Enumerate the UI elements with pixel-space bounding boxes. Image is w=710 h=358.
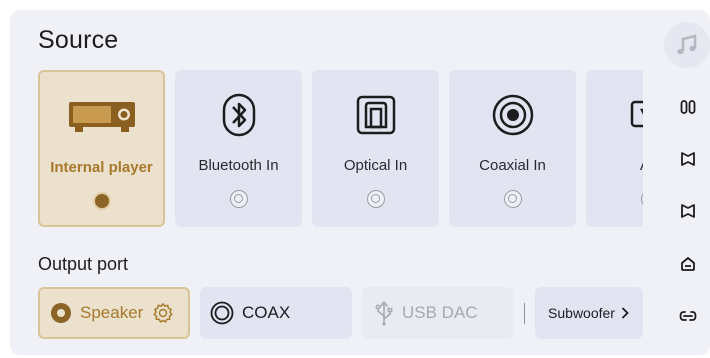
source-card-internal-player[interactable]: Internal player (38, 70, 165, 227)
output-speaker-button[interactable]: Speaker (38, 287, 190, 339)
source-title: Source (38, 26, 119, 54)
home-icon[interactable] (678, 254, 698, 274)
usb-icon (375, 301, 393, 326)
source-card-label: Coaxial In (479, 157, 546, 174)
source-card-label: Bluetooth In (198, 157, 279, 174)
gear-icon[interactable] (152, 302, 174, 324)
coaxial-icon (449, 92, 576, 138)
source-radio[interactable] (229, 190, 248, 208)
bookmark-icon[interactable] (678, 149, 698, 169)
source-card-coaxial[interactable]: Coaxial In (449, 70, 576, 227)
source-card-optical[interactable]: Optical In (312, 70, 439, 227)
source-card-label: Optical In (343, 157, 408, 174)
output-usb-dac-label: USB DAC (402, 303, 478, 322)
output-subwoofer-button[interactable]: Subwoofer (535, 287, 643, 339)
source-radio-selected[interactable] (92, 192, 111, 210)
output-coax-button[interactable]: COAX (200, 287, 352, 339)
player-device-icon (40, 94, 163, 140)
bookmark-icon[interactable] (678, 201, 698, 221)
source-card-label: Internal player (50, 159, 153, 176)
source-card-bluetooth[interactable]: Bluetooth In (175, 70, 302, 227)
source-card-label: AF (586, 157, 643, 174)
arc-icon (586, 92, 643, 138)
source-card-arc[interactable]: AF (586, 70, 643, 227)
link-icon[interactable] (678, 306, 698, 326)
speaker-selected-icon (51, 303, 71, 323)
music-note-button[interactable] (664, 22, 710, 68)
output-speaker-label: Speaker (80, 303, 144, 322)
output-usb-dac-button[interactable]: USB DAC (362, 287, 513, 339)
output-coax-label: COAX (242, 303, 291, 322)
columns-icon[interactable] (678, 97, 698, 117)
coax-radio-icon (210, 301, 234, 325)
bluetooth-icon (175, 92, 302, 138)
source-radio[interactable] (640, 190, 643, 208)
divider (524, 303, 525, 324)
source-card-list[interactable]: Internal player Bluetooth In Optical In (38, 70, 643, 230)
chevron-right-icon (621, 307, 629, 319)
output-port-title: Output port (38, 254, 129, 274)
optical-icon (312, 92, 439, 138)
source-radio[interactable] (366, 190, 385, 208)
source-radio[interactable] (503, 190, 522, 208)
music-note-icon (677, 34, 697, 55)
output-subwoofer-label: Subwoofer (548, 305, 615, 321)
